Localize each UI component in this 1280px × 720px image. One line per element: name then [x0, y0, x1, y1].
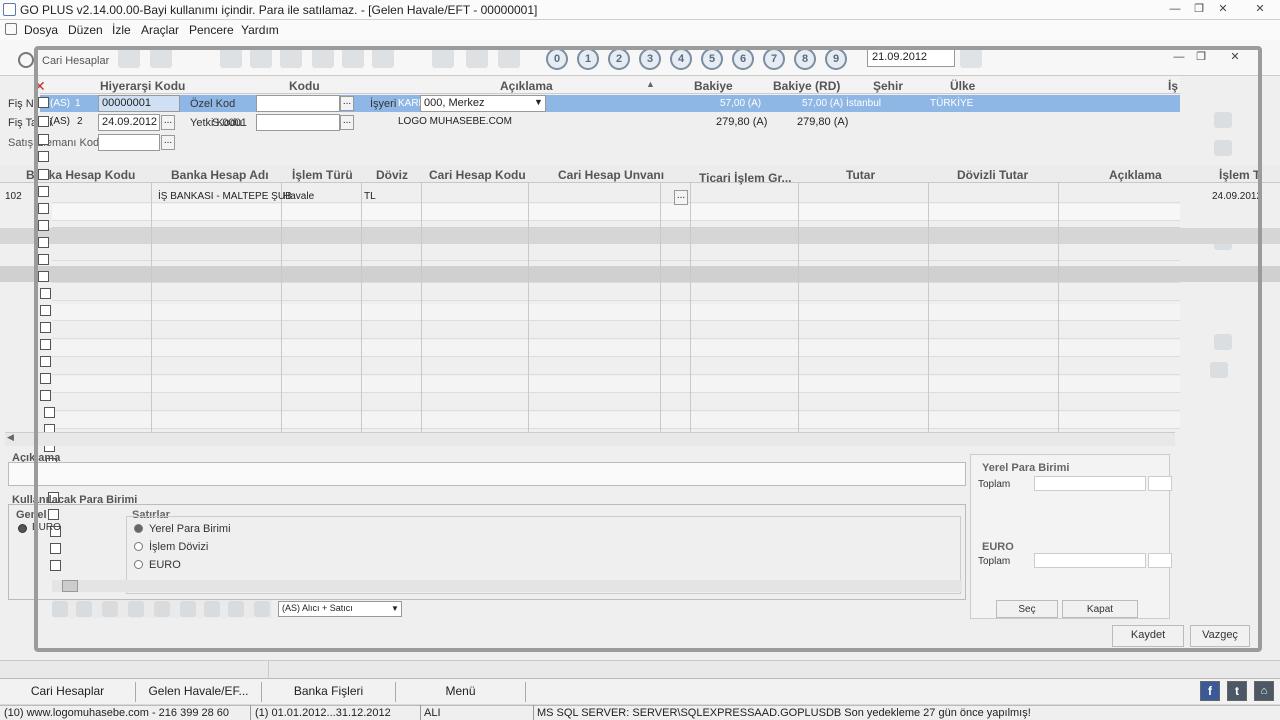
- window-bottom-bar: [0, 660, 1280, 678]
- task-menu[interactable]: Menü: [396, 682, 526, 702]
- twitter-icon[interactable]: t: [1227, 681, 1247, 701]
- bottom-bar-divider: [268, 660, 269, 678]
- cari-window-icon: [18, 52, 34, 68]
- status-site: (10) www.logomuhasebe.com - 216 399 28 6…: [4, 707, 230, 719]
- genel-euro-radio[interactable]: [18, 524, 27, 533]
- window-close-small-icon[interactable]: ✕: [1214, 2, 1232, 18]
- line-row-no: 102: [5, 191, 22, 202]
- task-gelen-havale[interactable]: Gelen Havale/EF...: [136, 682, 262, 702]
- document-icon: [5, 23, 17, 35]
- menu-pencere[interactable]: Pencere: [189, 23, 234, 37]
- status-mode: ALI: [424, 707, 441, 719]
- status-divider: [250, 705, 251, 720]
- task-banka-fisleri[interactable]: Banka Fişleri: [262, 682, 396, 702]
- task-cari-hesaplar[interactable]: Cari Hesaplar: [0, 682, 136, 702]
- title-bar: GO PLUS v2.14.00.00-Bayi kullanımı içind…: [0, 0, 1280, 20]
- app-icon: [3, 3, 16, 16]
- status-period: (1) 01.01.2012...31.12.2012: [255, 707, 391, 719]
- menu-duzen[interactable]: Düzen: [68, 23, 103, 37]
- menu-yardim[interactable]: Yardım: [241, 23, 279, 37]
- status-server: MS SQL SERVER: SERVER\SQLEXPRESSAAD.GOPL…: [537, 707, 1031, 719]
- status-bar: (10) www.logomuhasebe.com - 216 399 28 6…: [0, 705, 1280, 720]
- restore-icon[interactable]: ❐: [1190, 2, 1208, 18]
- home-icon[interactable]: ⌂: [1254, 681, 1274, 701]
- close-icon[interactable]: ✕: [1248, 2, 1272, 18]
- menu-izle[interactable]: İzle: [112, 23, 131, 37]
- menu-dosya[interactable]: Dosya: [24, 23, 58, 37]
- status-divider: [533, 705, 534, 720]
- facebook-icon[interactable]: f: [1200, 681, 1220, 701]
- scroll-left-icon[interactable]: ◀: [7, 432, 14, 443]
- gelen-havale-window-frame: [34, 46, 1262, 652]
- menu-araclar[interactable]: Araçlar: [141, 23, 179, 37]
- window-title: GO PLUS v2.14.00.00-Bayi kullanımı içind…: [20, 3, 538, 17]
- minimize-icon[interactable]: —: [1166, 2, 1184, 18]
- menu-bar: Dosya Düzen İzle Araçlar Pencere Yardım: [0, 20, 1280, 40]
- status-divider: [420, 705, 421, 720]
